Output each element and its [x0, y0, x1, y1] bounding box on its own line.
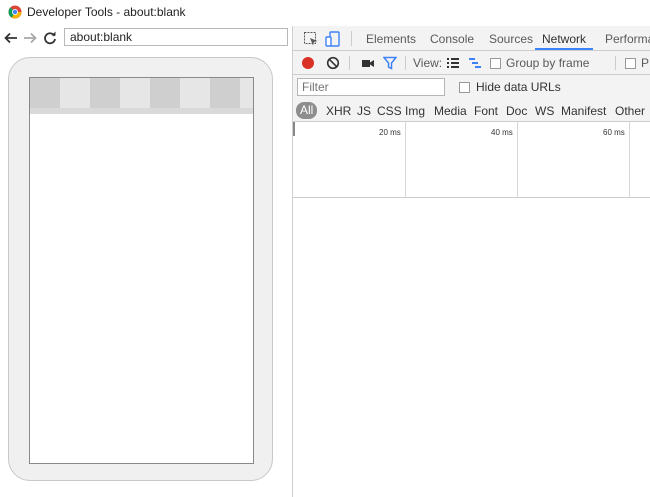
device-toggle-icon[interactable] [325, 31, 341, 47]
checkbox-box [625, 57, 636, 69]
video-camera-icon [362, 60, 374, 67]
tab-performance[interactable]: Performa [605, 32, 650, 46]
network-overview-timeline[interactable]: 20 ms 40 ms 60 ms [293, 122, 650, 198]
overview-toggle[interactable] [468, 55, 482, 71]
forward-button[interactable] [21, 28, 39, 48]
checkbox-box [490, 57, 501, 69]
preserve-log-label: P [641, 56, 650, 70]
filter-toggle-button[interactable] [383, 55, 397, 71]
network-toolbar: View: Group by frame P [293, 51, 650, 75]
timeline-gridline [629, 122, 630, 198]
chrome-icon [8, 5, 22, 19]
resource-type-filter: All XHR JS CSS Img Media Font Doc WS Man… [293, 99, 650, 122]
timeline-tick-label: 60 ms [603, 128, 625, 137]
large-rows-icon [447, 58, 459, 68]
reload-button[interactable] [41, 28, 59, 48]
tab-console[interactable]: Console [430, 32, 474, 46]
timeline-tick-label: 40 ms [491, 128, 513, 137]
filter-funnel-icon [383, 56, 397, 70]
toolbar-separator [351, 31, 352, 46]
window-titlebar: Developer Tools - about:blank [0, 0, 650, 24]
preserve-log-checkbox[interactable]: P [625, 55, 649, 71]
type-filter-media[interactable]: Media [434, 104, 467, 118]
type-filter-other[interactable]: Other [615, 104, 645, 118]
capture-screenshots-button[interactable] [361, 55, 375, 71]
hide-data-urls-label: Hide data URLs [476, 80, 561, 94]
type-filter-css[interactable]: CSS [377, 104, 402, 118]
type-filter-img[interactable]: Img [405, 104, 425, 118]
clear-button[interactable] [326, 55, 340, 71]
back-button[interactable] [2, 28, 20, 48]
type-filter-xhr[interactable]: XHR [326, 104, 351, 118]
record-button[interactable] [301, 55, 315, 71]
tab-network[interactable]: Network [542, 32, 586, 46]
timeline-gridline [517, 122, 518, 198]
network-filterbar: Hide data URLs [293, 75, 650, 99]
waterfall-icon [469, 58, 481, 68]
view-label: View: [413, 56, 443, 70]
type-filter-all[interactable]: All [296, 102, 318, 119]
reload-icon [44, 31, 56, 45]
toolbar-separator [349, 56, 350, 70]
type-filter-doc[interactable]: Doc [506, 104, 527, 118]
forward-arrow-icon [24, 32, 37, 44]
record-icon [302, 57, 314, 69]
inspect-element-icon[interactable] [303, 31, 319, 47]
toolbar-separator [615, 56, 616, 70]
type-filter-ws[interactable]: WS [535, 104, 554, 118]
active-tab-indicator [535, 48, 593, 50]
tab-sources[interactable]: Sources [489, 32, 533, 46]
window-title: Developer Tools - about:blank [27, 5, 186, 19]
timeline-cursor [293, 122, 295, 136]
tab-elements[interactable]: Elements [366, 32, 416, 46]
hide-data-urls-checkbox[interactable]: Hide data URLs [459, 79, 561, 95]
group-by-frame-label: Group by frame [506, 56, 590, 70]
screenshot-placeholder-strip [30, 78, 253, 114]
type-filter-font[interactable]: Font [474, 104, 498, 118]
address-bar[interactable]: about:blank [64, 28, 288, 46]
type-filter-js[interactable]: JS [357, 104, 371, 118]
type-filter-manifest[interactable]: Manifest [561, 104, 606, 118]
group-by-frame-checkbox[interactable]: Group by frame [490, 55, 589, 71]
checkbox-box [459, 81, 470, 93]
devtools-tabbar: Elements Console Sources Network Perform… [293, 26, 650, 51]
browser-navbar: about:blank [0, 28, 292, 50]
device-viewport[interactable] [29, 77, 254, 464]
filter-input[interactable] [297, 78, 445, 96]
timeline-gridline [405, 122, 406, 198]
timeline-tick-label: 20 ms [379, 128, 401, 137]
clear-icon [326, 56, 340, 70]
toolbar-separator [405, 56, 406, 70]
large-rows-toggle[interactable] [446, 55, 460, 71]
back-arrow-icon [4, 32, 17, 44]
